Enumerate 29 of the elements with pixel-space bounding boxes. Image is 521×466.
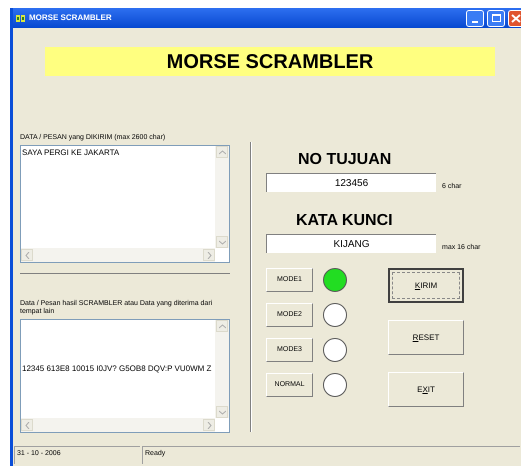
scroll-up-icon[interactable] — [216, 320, 228, 332]
window-title: MORSE SCRAMBLER — [29, 12, 112, 24]
action-button[interactable]: RESET — [388, 320, 464, 355]
minimize-button[interactable] — [466, 10, 484, 26]
horizontal-scrollbar[interactable] — [21, 248, 215, 262]
action-button[interactable]: KIRIM — [388, 268, 464, 303]
keyword-heading: KATA KUNCI — [296, 211, 394, 231]
destination-field[interactable]: 123456 — [266, 173, 436, 192]
destination-heading: NO TUJUAN — [298, 150, 392, 170]
banner-title: MORSE SCRAMBLER — [166, 50, 374, 74]
maximize-button[interactable] — [487, 10, 505, 26]
close-button[interactable] — [508, 10, 521, 26]
scroll-up-icon[interactable] — [216, 146, 228, 158]
text-area[interactable]: 12345 613E8 10015 I0JV? G5OB8 DQV:P VU0WM Z — [20, 319, 230, 433]
scroll-right-icon[interactable] — [203, 419, 215, 431]
scroll-left-icon[interactable] — [21, 419, 33, 431]
text-area[interactable]: SAYA PERGI KE JAKARTA — [20, 145, 230, 263]
text-area-value: SAYA PERGI KE JAKARTA — [22, 147, 120, 159]
vertical-scrollbar[interactable] — [215, 320, 229, 418]
action-button[interactable]: EXIT — [388, 372, 464, 407]
scroll-down-icon[interactable] — [216, 406, 228, 418]
keyword-field[interactable]: KIJANG — [266, 234, 436, 253]
vertical-scrollbar[interactable] — [215, 146, 229, 248]
scroll-down-icon[interactable] — [216, 236, 228, 248]
scroll-right-icon[interactable] — [203, 249, 215, 261]
horizontal-scrollbar[interactable] — [21, 418, 215, 432]
text-area-value: 12345 613E8 10015 I0JV? G5OB8 DQV:P VU0WM Z — [22, 363, 212, 375]
scroll-left-icon[interactable] — [21, 249, 33, 261]
app-icon — [16, 14, 26, 22]
